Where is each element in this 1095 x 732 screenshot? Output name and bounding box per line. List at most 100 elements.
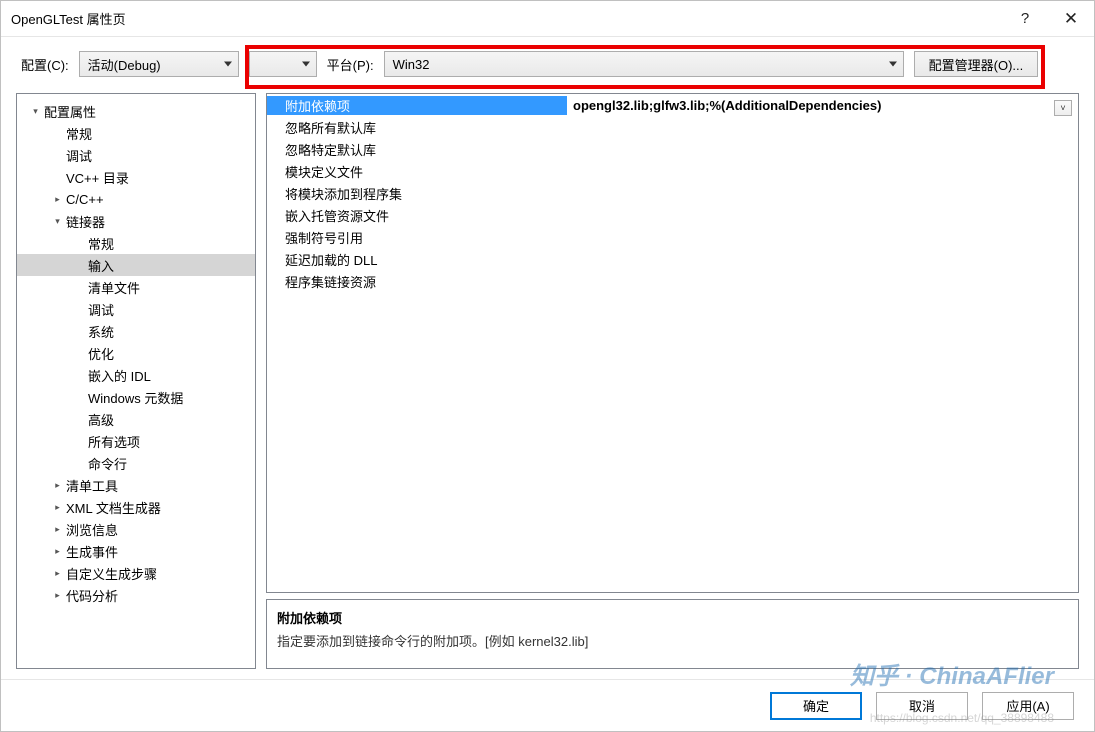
property-name: 附加依赖项 [267, 96, 567, 115]
tree-item-label: XML 文档生成器 [66, 498, 161, 517]
close-button[interactable]: ✕ [1048, 1, 1094, 37]
tree-item-label: 自定义生成步骤 [66, 564, 157, 583]
chevron-down-icon [302, 62, 310, 67]
config-manager-button[interactable]: 配置管理器(O)... [914, 51, 1039, 77]
grid-row[interactable]: 将模块添加到程序集 [267, 182, 1078, 204]
property-name: 嵌入托管资源文件 [267, 206, 567, 225]
property-page-window: OpenGLTest 属性页 ? ✕ 配置(C): 活动(Debug) 平台(P… [0, 0, 1095, 732]
help-button[interactable]: ? [1002, 1, 1048, 37]
tree-item[interactable]: ▸C/C++ [17, 188, 255, 210]
tree-item-label: 嵌入的 IDL [88, 366, 151, 385]
tree-item[interactable]: ▸常规 [17, 122, 255, 144]
platform-label: 平台(P): [327, 55, 374, 74]
tree-item-label: 常规 [66, 124, 92, 143]
tree-item-label: 命令行 [88, 454, 127, 473]
tree-item-label: 高级 [88, 410, 114, 429]
chevron-down-icon [889, 62, 897, 67]
tree-item-label: 常规 [88, 234, 114, 253]
grid-dropdown-icon[interactable]: ˅ [1054, 100, 1072, 116]
tree-item-label: Windows 元数据 [88, 388, 183, 407]
chevron-down-icon [224, 62, 232, 67]
ok-button[interactable]: 确定 [770, 692, 862, 720]
property-name: 忽略所有默认库 [267, 118, 567, 137]
property-value[interactable]: opengl32.lib;glfw3.lib;%(AdditionalDepen… [567, 98, 1078, 113]
tree-item-label: 链接器 [66, 212, 105, 231]
tree-item-label: VC++ 目录 [66, 168, 129, 187]
expander-closed-icon[interactable]: ▸ [51, 546, 64, 557]
tree-item[interactable]: ▾链接器 [17, 210, 255, 232]
grid-row[interactable]: 强制符号引用 [267, 226, 1078, 248]
tree-item[interactable]: ▸Windows 元数据 [17, 386, 255, 408]
grid-row[interactable]: 附加依赖项opengl32.lib;glfw3.lib;%(Additional… [267, 94, 1078, 116]
grid-row[interactable]: 模块定义文件 [267, 160, 1078, 182]
grid-row[interactable]: 嵌入托管资源文件 [267, 204, 1078, 226]
tree-item-label: 清单文件 [88, 278, 140, 297]
tree-item[interactable]: ▸常规 [17, 232, 255, 254]
tree-item[interactable]: ▸代码分析 [17, 584, 255, 606]
toolbar-area: 配置(C): 活动(Debug) 平台(P): Win32 配置管理器(O)..… [1, 37, 1094, 93]
expander-closed-icon[interactable]: ▸ [51, 480, 64, 491]
titlebar: OpenGLTest 属性页 ? ✕ [1, 1, 1094, 37]
toolbar: 配置(C): 活动(Debug) 平台(P): Win32 配置管理器(O)..… [21, 49, 1079, 79]
tree-item[interactable]: ▾配置属性 [17, 100, 255, 122]
footer: 确定 取消 应用(A) [1, 679, 1094, 731]
tree-item[interactable]: ▸浏览信息 [17, 518, 255, 540]
tree-item[interactable]: ▸自定义生成步骤 [17, 562, 255, 584]
chevron-down-icon: ˅ [1060, 103, 1065, 113]
tree-item[interactable]: ▸高级 [17, 408, 255, 430]
tree-item-label: 生成事件 [66, 542, 118, 561]
property-name: 强制符号引用 [267, 228, 567, 247]
tree-item[interactable]: ▸生成事件 [17, 540, 255, 562]
tree-item[interactable]: ▸命令行 [17, 452, 255, 474]
grid-row[interactable]: 忽略特定默认库 [267, 138, 1078, 160]
grid-row[interactable]: 程序集链接资源 [267, 270, 1078, 292]
tree-item-label: 代码分析 [66, 586, 118, 605]
tree-item[interactable]: ▸清单工具 [17, 474, 255, 496]
property-grid[interactable]: 附加依赖项opengl32.lib;glfw3.lib;%(Additional… [267, 94, 1078, 592]
tree-item[interactable]: ▸调试 [17, 144, 255, 166]
tree-item[interactable]: ▸XML 文档生成器 [17, 496, 255, 518]
expander-closed-icon[interactable]: ▸ [51, 524, 64, 535]
config-dropdown[interactable]: 活动(Debug) [79, 51, 239, 77]
tree-item[interactable]: ▸输入 [17, 254, 255, 276]
property-name: 延迟加载的 DLL [267, 250, 567, 269]
tree-item[interactable]: ▸调试 [17, 298, 255, 320]
unknown-dropdown[interactable] [249, 51, 317, 77]
expander-closed-icon[interactable]: ▸ [51, 502, 64, 513]
property-name: 程序集链接资源 [267, 272, 567, 291]
apply-button[interactable]: 应用(A) [982, 692, 1074, 720]
tree-item-label: 调试 [66, 146, 92, 165]
tree-item-label: C/C++ [66, 192, 104, 207]
description-title: 附加依赖项 [277, 608, 1068, 627]
tree-item[interactable]: ▸系统 [17, 320, 255, 342]
grid-row[interactable]: 忽略所有默认库 [267, 116, 1078, 138]
expander-open-icon[interactable]: ▾ [29, 106, 42, 117]
tree-item-label: 浏览信息 [66, 520, 118, 539]
tree-item[interactable]: ▸VC++ 目录 [17, 166, 255, 188]
expander-closed-icon[interactable]: ▸ [51, 590, 64, 601]
property-tree[interactable]: ▾配置属性▸常规▸调试▸VC++ 目录▸C/C++▾链接器▸常规▸输入▸清单文件… [16, 93, 256, 669]
grid-row[interactable]: 延迟加载的 DLL [267, 248, 1078, 270]
tree-item-label: 配置属性 [44, 102, 96, 121]
tree-item-label: 所有选项 [88, 432, 140, 451]
property-name: 忽略特定默认库 [267, 140, 567, 159]
window-title: OpenGLTest 属性页 [11, 9, 1002, 28]
property-name: 将模块添加到程序集 [267, 184, 567, 203]
tree-item-label: 优化 [88, 344, 114, 363]
tree-item[interactable]: ▸嵌入的 IDL [17, 364, 255, 386]
property-name: 模块定义文件 [267, 162, 567, 181]
right-panel: 附加依赖项opengl32.lib;glfw3.lib;%(Additional… [266, 93, 1079, 669]
expander-open-icon[interactable]: ▾ [51, 216, 64, 227]
tree-item-label: 调试 [88, 300, 114, 319]
expander-closed-icon[interactable]: ▸ [51, 194, 64, 205]
property-grid-container: 附加依赖项opengl32.lib;glfw3.lib;%(Additional… [266, 93, 1079, 593]
platform-dropdown[interactable]: Win32 [384, 51, 904, 77]
tree-item[interactable]: ▸所有选项 [17, 430, 255, 452]
cancel-button[interactable]: 取消 [876, 692, 968, 720]
expander-closed-icon[interactable]: ▸ [51, 568, 64, 579]
tree-item[interactable]: ▸优化 [17, 342, 255, 364]
platform-value: Win32 [393, 57, 430, 72]
tree-item[interactable]: ▸清单文件 [17, 276, 255, 298]
config-value: 活动(Debug) [88, 55, 161, 74]
description-text: 指定要添加到链接命令行的附加项。[例如 kernel32.lib] [277, 631, 1068, 650]
